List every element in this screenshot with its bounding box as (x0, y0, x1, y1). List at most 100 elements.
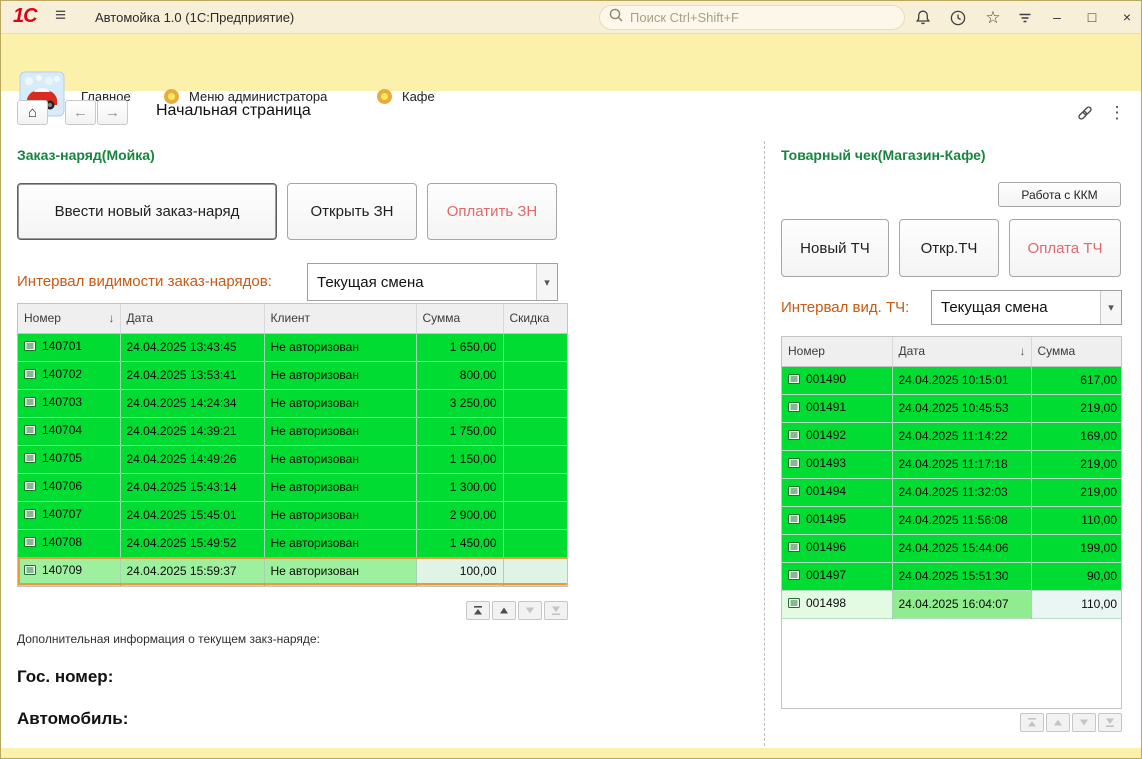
cell-date: 24.04.2025 11:32:03 (892, 478, 1031, 506)
table-row[interactable]: 14070524.04.2025 14:49:26Не авторизован1… (18, 445, 568, 473)
notifications-bell-icon[interactable] (913, 8, 933, 28)
table-row[interactable]: 14070224.04.2025 13:53:41Не авторизован8… (18, 361, 568, 389)
history-clock-icon[interactable] (948, 8, 968, 28)
new-receipt-button[interactable]: Новый ТЧ (781, 219, 889, 277)
table-row[interactable]: 00149224.04.2025 11:14:22169,00 (782, 422, 1122, 450)
table-row[interactable]: 00149024.04.2025 10:15:01617,00 (782, 366, 1122, 394)
section-cafe[interactable]: Кафе (377, 84, 435, 108)
go-first-icon[interactable] (1020, 713, 1044, 732)
cell-sum: 219,00 (1031, 394, 1122, 422)
bottom-strip (1, 748, 1142, 759)
cell-client: Не авторизован (264, 389, 416, 417)
table-row[interactable]: 14070624.04.2025 15:43:14Не авторизован1… (18, 473, 568, 501)
open-order-button[interactable]: Открыть ЗН (287, 183, 417, 240)
maximize-button[interactable]: □ (1080, 6, 1104, 28)
table-row[interactable]: 14070124.04.2025 13:43:45Не авторизован1… (18, 333, 568, 361)
cell-date: 24.04.2025 15:45:01 (120, 501, 264, 529)
receipts-interval-value: Текущая смена (932, 291, 1100, 324)
table-row[interactable]: 00149424.04.2025 11:32:03219,00 (782, 478, 1122, 506)
receipts-table: Номер Дата ↓ Сумма 00149024.04.2025 10:1… (781, 336, 1122, 709)
table-row[interactable]: 14070824.04.2025 15:49:52Не авторизован1… (18, 529, 568, 557)
pay-order-button[interactable]: Оплатить ЗН (427, 183, 557, 240)
new-order-button[interactable]: Ввести новый заказ-наряд (17, 183, 277, 240)
col-header-discount[interactable]: Скидка (503, 304, 568, 333)
document-icon (788, 485, 800, 500)
cell-date: 24.04.2025 14:49:26 (120, 445, 264, 473)
cell-sum: 3 250,00 (416, 389, 503, 417)
col-header-date[interactable]: Дата ↓ (892, 337, 1031, 366)
orders-interval-select[interactable]: Текущая смена ▾ (307, 263, 558, 301)
cell-sum: 110,00 (1031, 590, 1122, 618)
main-menu-icon[interactable]: ≡ (55, 5, 66, 27)
minimize-button[interactable]: – (1045, 6, 1069, 28)
go-up-icon[interactable] (492, 601, 516, 620)
document-icon (788, 373, 800, 388)
panel-separator (764, 141, 765, 746)
go-last-icon[interactable] (1098, 713, 1122, 732)
go-first-icon[interactable] (466, 601, 490, 620)
table-row[interactable]: 00149124.04.2025 10:45:53219,00 (782, 394, 1122, 422)
table-row[interactable]: 00149524.04.2025 11:56:08110,00 (782, 506, 1122, 534)
more-menu-icon[interactable]: ⋮ (1107, 103, 1127, 123)
receipts-panel-title: Товарный чек(Магазин-Кафе) (781, 147, 986, 163)
open-receipt-button[interactable]: Откр.ТЧ (899, 219, 999, 277)
table-row[interactable]: 00149724.04.2025 15:51:3090,00 (782, 562, 1122, 590)
table-row[interactable]: 14070724.04.2025 15:45:01Не авторизован2… (18, 501, 568, 529)
document-icon (24, 536, 36, 551)
kkm-button[interactable]: Работа с ККМ (998, 182, 1121, 207)
cell-sum: 90,00 (1031, 562, 1122, 590)
cell-discount (503, 501, 568, 529)
filter-icon[interactable] (1015, 8, 1035, 28)
cell-client: Не авторизован (264, 501, 416, 529)
cell-date: 24.04.2025 14:24:34 (120, 389, 264, 417)
cell-discount (503, 417, 568, 445)
pay-receipt-button[interactable]: Оплата ТЧ (1009, 219, 1121, 277)
col-header-number[interactable]: Номер ↓ (18, 304, 120, 333)
table-row[interactable]: 00149624.04.2025 15:44:06199,00 (782, 534, 1122, 562)
go-down-icon[interactable] (1072, 713, 1096, 732)
receipts-interval-select[interactable]: Текущая смена ▾ (931, 290, 1122, 325)
cell-client: Не авторизован (264, 361, 416, 389)
cell-sum: 110,00 (1031, 506, 1122, 534)
cell-num: 001495 (782, 506, 892, 534)
get-link-icon[interactable] (1075, 103, 1095, 123)
cell-date: 24.04.2025 16:04:07 (892, 590, 1031, 618)
home-icon: ⌂ (28, 104, 37, 121)
go-up-icon[interactable] (1046, 713, 1070, 732)
cell-date: 24.04.2025 15:51:30 (892, 562, 1031, 590)
go-last-icon[interactable] (544, 601, 568, 620)
chevron-down-icon[interactable]: ▾ (536, 264, 557, 300)
col-header-sum[interactable]: Сумма (1031, 337, 1122, 366)
table-row[interactable]: 00149324.04.2025 11:17:18219,00 (782, 450, 1122, 478)
document-icon (788, 513, 800, 528)
chevron-down-icon[interactable]: ▾ (1100, 291, 1121, 324)
search-icon (608, 7, 624, 28)
col-header-client[interactable]: Клиент (264, 304, 416, 333)
favorites-star-icon[interactable]: ☆ (983, 8, 1003, 28)
search-input[interactable] (630, 10, 896, 25)
close-button[interactable]: × (1115, 6, 1139, 28)
col-header-date[interactable]: Дата (120, 304, 264, 333)
cell-num: 140705 (18, 445, 120, 473)
table-row[interactable]: 14070324.04.2025 14:24:34Не авторизован3… (18, 389, 568, 417)
table-row[interactable]: 00149824.04.2025 16:04:07110,00 (782, 590, 1122, 618)
col-header-number[interactable]: Номер (782, 337, 892, 366)
global-search[interactable] (599, 5, 905, 30)
cell-discount (503, 529, 568, 557)
cell-sum: 219,00 (1031, 478, 1122, 506)
forward-button[interactable]: → (97, 100, 128, 125)
cell-num: 140704 (18, 417, 120, 445)
table-row[interactable]: 14070424.04.2025 14:39:21Не авторизован1… (18, 417, 568, 445)
home-button[interactable]: ⌂ (17, 100, 48, 125)
cell-date: 24.04.2025 10:45:53 (892, 394, 1031, 422)
document-icon (24, 480, 36, 495)
cell-sum: 169,00 (1031, 422, 1122, 450)
col-header-sum[interactable]: Сумма (416, 304, 503, 333)
document-icon (788, 429, 800, 444)
back-button[interactable]: ← (65, 100, 96, 125)
table-row[interactable]: 14070924.04.2025 15:59:37Не авторизован1… (18, 557, 568, 585)
section-cafe-icon (377, 89, 392, 104)
go-down-icon[interactable] (518, 601, 542, 620)
sort-desc-icon: ↓ (109, 311, 115, 325)
cell-date: 24.04.2025 13:43:45 (120, 333, 264, 361)
